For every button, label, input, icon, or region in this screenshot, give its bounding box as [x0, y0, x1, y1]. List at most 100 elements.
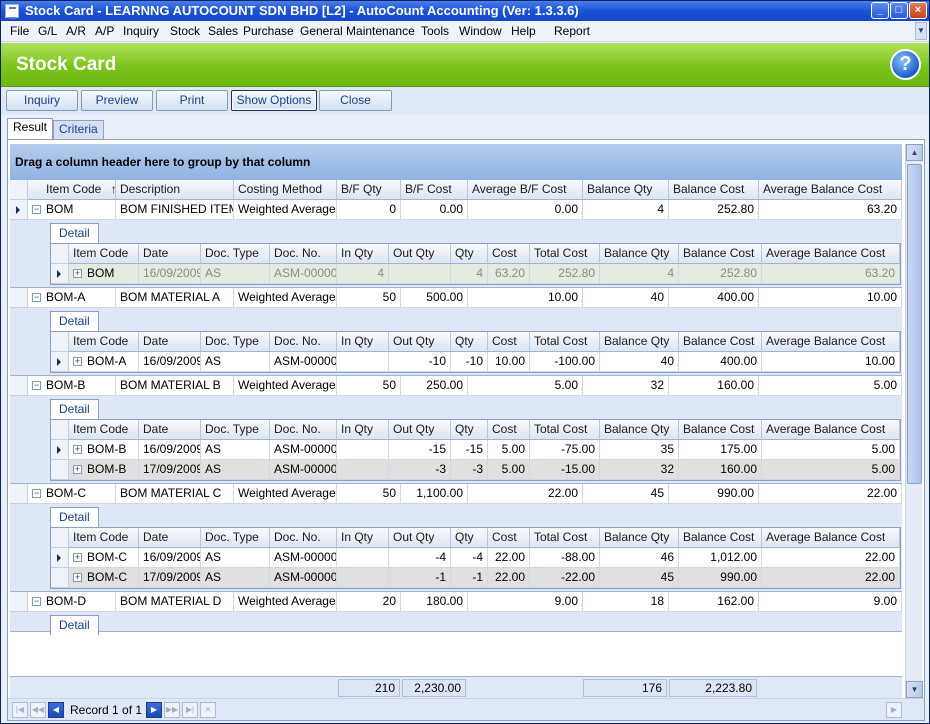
- expand-icon[interactable]: +: [73, 573, 82, 583]
- detail-column-header-qty[interactable]: Qty: [451, 244, 488, 264]
- detail-column-header-in[interactable]: In Qty: [337, 332, 389, 352]
- column-header-code[interactable]: Item Code ↑: [28, 180, 116, 200]
- detail-column-header-bal_cost[interactable]: Balance Cost: [679, 244, 762, 264]
- menu-ap[interactable]: A/P: [95, 24, 114, 38]
- next-page-icon[interactable]: ▶▶: [164, 702, 180, 718]
- chevron-down-icon[interactable]: ▼: [915, 22, 927, 40]
- detail-column-header-doc[interactable]: Doc. No.: [270, 332, 337, 352]
- item-row[interactable]: − BOM-A BOM MATERIAL A Weighted Average 50 50…: [10, 288, 902, 308]
- maximize-icon[interactable]: □: [890, 2, 908, 19]
- group-by-panel[interactable]: Drag a column header here to group by th…: [10, 144, 902, 180]
- prev-page-icon[interactable]: ◀◀: [30, 702, 46, 718]
- detail-column-header-date[interactable]: Date: [139, 528, 201, 548]
- detail-column-header-cost[interactable]: Cost: [488, 332, 530, 352]
- next-record-icon[interactable]: ▶: [146, 702, 162, 718]
- detail-column-header-bal_cost[interactable]: Balance Cost: [679, 332, 762, 352]
- detail-column-header-doc[interactable]: Doc. No.: [270, 528, 337, 548]
- close-button[interactable]: Close: [319, 90, 392, 111]
- inquiry-button[interactable]: Inquiry: [6, 90, 78, 111]
- column-header-avg_bal[interactable]: Average Balance Cost: [759, 180, 902, 200]
- detail-column-header-out[interactable]: Out Qty: [389, 420, 451, 440]
- detail-column-header-total[interactable]: Total Cost: [530, 420, 600, 440]
- detail-column-header-bal_qty[interactable]: Balance Qty: [600, 332, 679, 352]
- column-header-avg_bf[interactable]: Average B/F Cost: [468, 180, 583, 200]
- detail-column-header-cost[interactable]: Cost: [488, 528, 530, 548]
- detail-column-header-out[interactable]: Out Qty: [389, 244, 451, 264]
- menu-window[interactable]: Window: [459, 24, 502, 38]
- item-row[interactable]: − BOM-B BOM MATERIAL B Weighted Average 50 25…: [10, 376, 902, 396]
- item-row[interactable]: − BOM-C BOM MATERIAL C Weighted Average 50 1,…: [10, 484, 902, 504]
- cancel-icon[interactable]: ✕: [200, 702, 216, 718]
- collapse-icon[interactable]: −: [32, 381, 41, 391]
- detail-column-header-type[interactable]: Doc. Type: [201, 420, 270, 440]
- detail-row[interactable]: + BOM-C 16/09/2009 AS ASM-000001 -4 -4 22.00 -88…: [51, 548, 900, 568]
- first-record-icon[interactable]: |◀: [12, 702, 28, 718]
- detail-column-header-out[interactable]: Out Qty: [389, 332, 451, 352]
- detail-column-header-qty[interactable]: Qty: [451, 420, 488, 440]
- menu-report[interactable]: Report: [554, 24, 590, 38]
- detail-column-header-code[interactable]: Item Code: [69, 528, 139, 548]
- detail-column-header-in[interactable]: In Qty: [337, 528, 389, 548]
- detail-row[interactable]: + BOM 16/09/2009 AS ASM-000001 4 4 63.20 252.80 4…: [51, 264, 900, 284]
- tab-criteria[interactable]: Criteria: [53, 120, 104, 139]
- detail-tab[interactable]: Detail: [50, 311, 99, 331]
- detail-row[interactable]: + BOM-B 17/09/2009 AS ASM-000002 -3 -3 5.00 -15.…: [51, 460, 900, 480]
- detail-column-header-cost[interactable]: Cost: [488, 420, 530, 440]
- detail-column-header-code[interactable]: Item Code: [69, 332, 139, 352]
- scroll-right-icon[interactable]: ▶: [886, 702, 902, 718]
- menu-general-maintenance[interactable]: General Maintenance: [300, 24, 415, 38]
- help-icon[interactable]: ?: [890, 49, 921, 80]
- column-header-bf_cost[interactable]: B/F Cost: [401, 180, 468, 200]
- detail-column-header-date[interactable]: Date: [139, 420, 201, 440]
- detail-column-header-code[interactable]: Item Code: [69, 420, 139, 440]
- detail-column-header-in[interactable]: In Qty: [337, 420, 389, 440]
- detail-column-header-qty[interactable]: Qty: [451, 528, 488, 548]
- detail-column-header-type[interactable]: Doc. Type: [201, 332, 270, 352]
- scroll-up-icon[interactable]: ▲: [906, 144, 923, 161]
- detail-tab[interactable]: Detail: [50, 615, 99, 635]
- expand-icon[interactable]: +: [73, 269, 82, 279]
- detail-column-header-avg[interactable]: Average Balance Cost: [762, 528, 900, 548]
- column-header-bal_qty[interactable]: Balance Qty: [583, 180, 669, 200]
- menu-sales[interactable]: Sales: [208, 24, 238, 38]
- detail-tab[interactable]: Detail: [50, 223, 99, 243]
- preview-button[interactable]: Preview: [81, 90, 153, 111]
- expand-icon[interactable]: +: [73, 445, 82, 455]
- detail-row[interactable]: + BOM-C 17/09/2009 AS ASM-000002 -1 -1 22.00 -22…: [51, 568, 900, 588]
- detail-column-header-date[interactable]: Date: [139, 244, 201, 264]
- last-record-icon[interactable]: ▶|: [182, 702, 198, 718]
- detail-column-header-date[interactable]: Date: [139, 332, 201, 352]
- item-row[interactable]: − BOM-D BOM MATERIAL D Weighted Average 20 18…: [10, 592, 902, 612]
- detail-column-header-type[interactable]: Doc. Type: [201, 528, 270, 548]
- detail-column-header-cost[interactable]: Cost: [488, 244, 530, 264]
- column-header-bal_cost[interactable]: Balance Cost: [669, 180, 759, 200]
- menu-ar[interactable]: A/R: [66, 24, 86, 38]
- detail-tab[interactable]: Detail: [50, 399, 99, 419]
- scroll-down-icon[interactable]: ▼: [906, 681, 923, 698]
- detail-row[interactable]: + BOM-B 16/09/2009 AS ASM-000001 -15 -15 5.00 -7…: [51, 440, 900, 460]
- vertical-scrollbar[interactable]: ▲ ▼: [905, 144, 923, 698]
- detail-column-header-total[interactable]: Total Cost: [530, 528, 600, 548]
- prev-record-icon[interactable]: ◀: [48, 702, 64, 718]
- show-options-button[interactable]: Show Options: [231, 90, 317, 111]
- menu-inquiry[interactable]: Inquiry: [123, 24, 159, 38]
- detail-tab[interactable]: Detail: [50, 507, 99, 527]
- detail-column-header-bal_qty[interactable]: Balance Qty: [600, 244, 679, 264]
- detail-column-header-total[interactable]: Total Cost: [530, 332, 600, 352]
- item-row[interactable]: − BOM BOM FINISHED ITEM Weighted Average 0 0.…: [10, 200, 902, 220]
- detail-column-header-in[interactable]: In Qty: [337, 244, 389, 264]
- close-icon[interactable]: ×: [909, 2, 927, 19]
- menu-help[interactable]: Help: [511, 24, 536, 38]
- detail-column-header-out[interactable]: Out Qty: [389, 528, 451, 548]
- detail-column-header-avg[interactable]: Average Balance Cost: [762, 244, 900, 264]
- detail-column-header-type[interactable]: Doc. Type: [201, 244, 270, 264]
- minimize-icon[interactable]: _: [871, 2, 889, 19]
- column-header-desc[interactable]: Description: [116, 180, 234, 200]
- menu-file[interactable]: File: [10, 24, 29, 38]
- collapse-icon[interactable]: −: [32, 597, 41, 607]
- expand-icon[interactable]: +: [73, 553, 82, 563]
- detail-column-header-avg[interactable]: Average Balance Cost: [762, 420, 900, 440]
- detail-column-header-bal_cost[interactable]: Balance Cost: [679, 528, 762, 548]
- menu-gl[interactable]: G/L: [38, 24, 57, 38]
- menu-tools[interactable]: Tools: [421, 24, 449, 38]
